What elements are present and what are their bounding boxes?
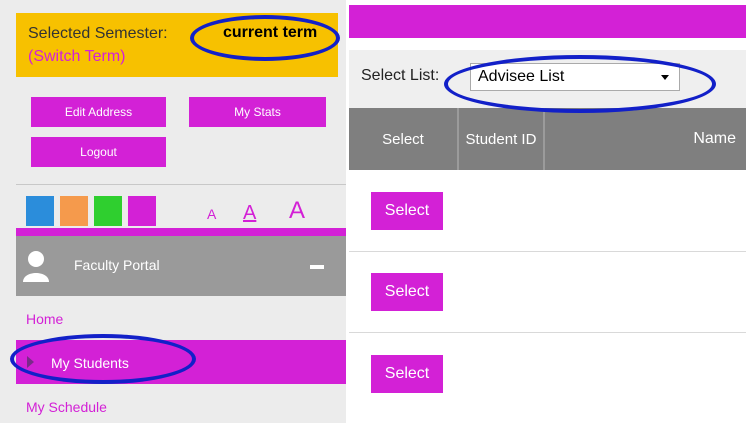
theme-swatch-blue[interactable] [26,196,54,226]
minus-icon[interactable] [310,265,324,269]
theme-swatch-green[interactable] [94,196,122,226]
faculty-portal-header[interactable]: Faculty Portal [16,236,346,296]
edit-address-button[interactable]: Edit Address [31,97,166,127]
nav-item-home[interactable]: Home [26,311,63,327]
select-list-row: Select List: Advisee List [349,50,746,108]
nav-item-my-students[interactable]: My Students [16,340,346,384]
nav-item-label: My Students [51,355,129,371]
caret-down-icon [661,75,669,80]
app-root: Selected Semester: current term (Switch … [0,0,746,423]
select-list-dropdown[interactable]: Advisee List [470,63,680,91]
chevron-right-icon [27,356,34,368]
semester-label: Selected Semester: [28,25,168,42]
font-size-large-button[interactable]: A [289,197,305,225]
select-list-label: Select List: [361,67,440,84]
theme-swatch-magenta[interactable] [128,196,156,226]
user-icon [23,251,49,282]
logout-button[interactable]: Logout [31,137,166,167]
theme-swatch-orange[interactable] [60,196,88,226]
row-select-button[interactable]: Select [371,273,443,311]
table-row: Select [349,333,746,413]
main-panel: Select List: Advisee List Select Student… [346,0,746,423]
row-select-button[interactable]: Select [371,355,443,393]
nav-item-my-schedule[interactable]: My Schedule [26,399,107,415]
table-row: Select [349,252,746,332]
semester-value: current term [223,24,318,41]
column-header-select: Select [382,130,424,148]
accent-strip [16,228,346,236]
switch-term-link[interactable]: (Switch Term) [28,48,126,66]
column-header-student-id: Student ID [465,130,537,148]
top-bar [349,5,746,38]
my-stats-button[interactable]: My Stats [189,97,326,127]
sidebar: Selected Semester: current term (Switch … [0,0,346,423]
divider [16,184,346,185]
font-size-small-button[interactable]: A [207,206,216,222]
semester-panel: Selected Semester: current term (Switch … [16,13,338,77]
table-header: Select Student ID Name [349,108,746,170]
row-select-button[interactable]: Select [371,192,443,230]
portal-title: Faculty Portal [74,257,160,273]
font-size-medium-button[interactable]: A [243,202,256,225]
column-header-name: Name [693,130,736,147]
select-list-value: Advisee List [478,68,565,85]
table-row: Select [349,170,746,250]
